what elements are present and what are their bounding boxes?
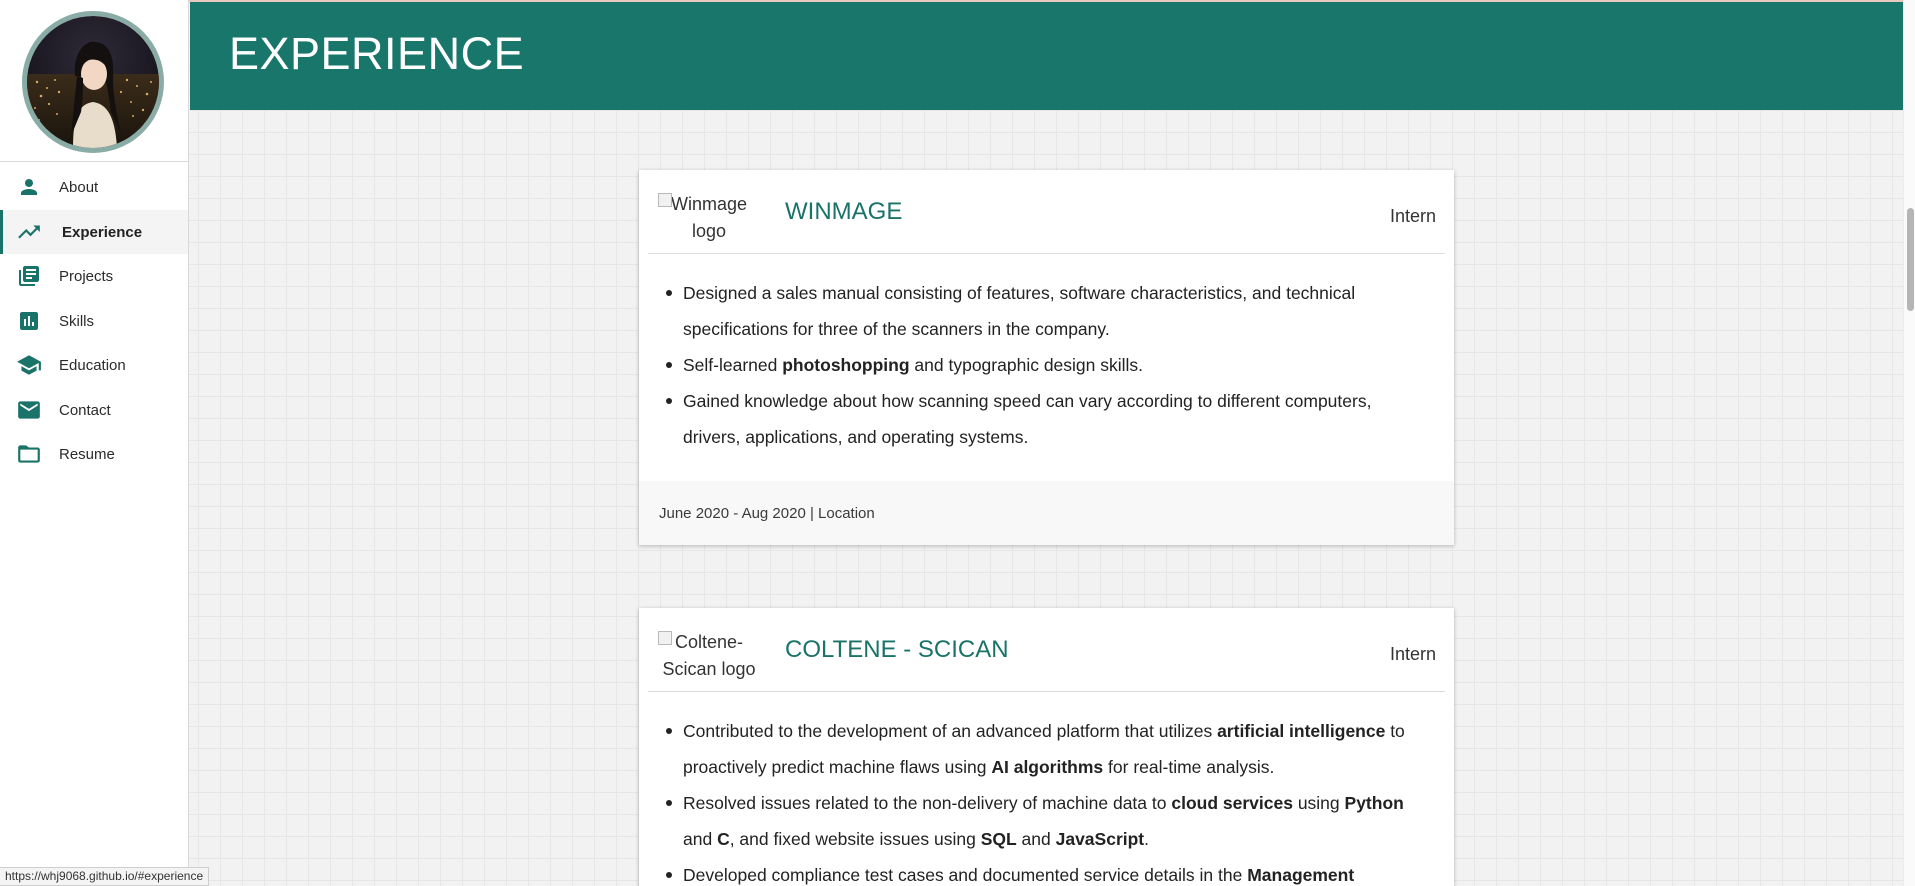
avatar-section <box>0 0 188 162</box>
sidebar-item-label: Education <box>59 356 126 374</box>
experience-bullets: Designed a sales manual consisting of fe… <box>639 254 1454 481</box>
company-name: COLTENE - SCICAN <box>785 636 1009 663</box>
sidebar-item-label: Skills <box>59 312 95 330</box>
sidebar-item-label: Projects <box>59 267 114 285</box>
company-logo: Winmage logo <box>657 191 761 245</box>
company-logo: Coltene- Scican logo <box>657 629 761 683</box>
sidebar-item-contact[interactable]: Contact <box>0 388 188 432</box>
scrollbar-thumb[interactable] <box>1907 208 1914 311</box>
broken-image-icon <box>658 631 672 645</box>
folder-icon <box>16 441 42 467</box>
sidebar-item-education[interactable]: Education <box>0 343 188 387</box>
list-item: Resolved issues related to the non-deliv… <box>666 785 1414 857</box>
list-item: Self-learned photoshopping and typograph… <box>666 347 1414 383</box>
sidebar-item-skills[interactable]: Skills <box>0 299 188 343</box>
experience-bullets: Contributed to the development of an adv… <box>639 692 1454 886</box>
bar-chart-icon <box>16 308 42 334</box>
company-name: WINMAGE <box>785 198 903 225</box>
sidebar-item-about[interactable]: About <box>0 165 188 209</box>
job-role: Intern <box>1389 644 1436 664</box>
sidebar-item-label: Resume <box>59 445 115 463</box>
page-title: EXPERIENCE <box>229 28 525 79</box>
list-item: Gained knowledge about how scanning spee… <box>666 383 1414 455</box>
sidebar-item-resume[interactable]: Resume <box>0 432 188 476</box>
sidebar-item-label: Contact <box>59 401 111 419</box>
list-item: Contributed to the development of an adv… <box>666 713 1414 785</box>
sidebar-item-label: Experience <box>62 223 143 241</box>
school-icon <box>16 352 42 378</box>
list-item: Designed a sales manual consisting of fe… <box>666 275 1414 347</box>
page-scrollbar[interactable] <box>1903 0 1915 886</box>
mail-icon <box>16 397 42 423</box>
sidebar-item-label: About <box>59 178 99 196</box>
sidebar-item-projects[interactable]: Projects <box>0 254 188 298</box>
list-item: Developed compliance test cases and docu… <box>666 857 1414 886</box>
person-icon <box>16 174 42 200</box>
status-bar-url: https://whj9068.github.io/#experience <box>0 867 210 886</box>
experience-card-winmage: Winmage logo WINMAGE Intern Designed a s… <box>639 170 1454 545</box>
card-header: Winmage logo WINMAGE Intern <box>648 170 1445 254</box>
experience-card-coltene-scican: Coltene- Scican logo COLTENE - SCICAN In… <box>639 608 1454 886</box>
sidebar-item-experience[interactable]: Experience <box>0 210 188 254</box>
library-books-icon <box>16 263 42 289</box>
avatar[interactable] <box>22 11 164 153</box>
sidebar: About Experience Projects Skills Educati… <box>0 0 189 886</box>
trending-up-icon <box>16 219 42 245</box>
job-role: Intern <box>1389 206 1436 226</box>
broken-image-icon <box>658 193 672 207</box>
card-footer: June 2020 - Aug 2020 | Location <box>639 481 1454 545</box>
card-header: Coltene- Scican logo COLTENE - SCICAN In… <box>648 608 1445 692</box>
section-header: EXPERIENCE <box>190 2 1903 110</box>
